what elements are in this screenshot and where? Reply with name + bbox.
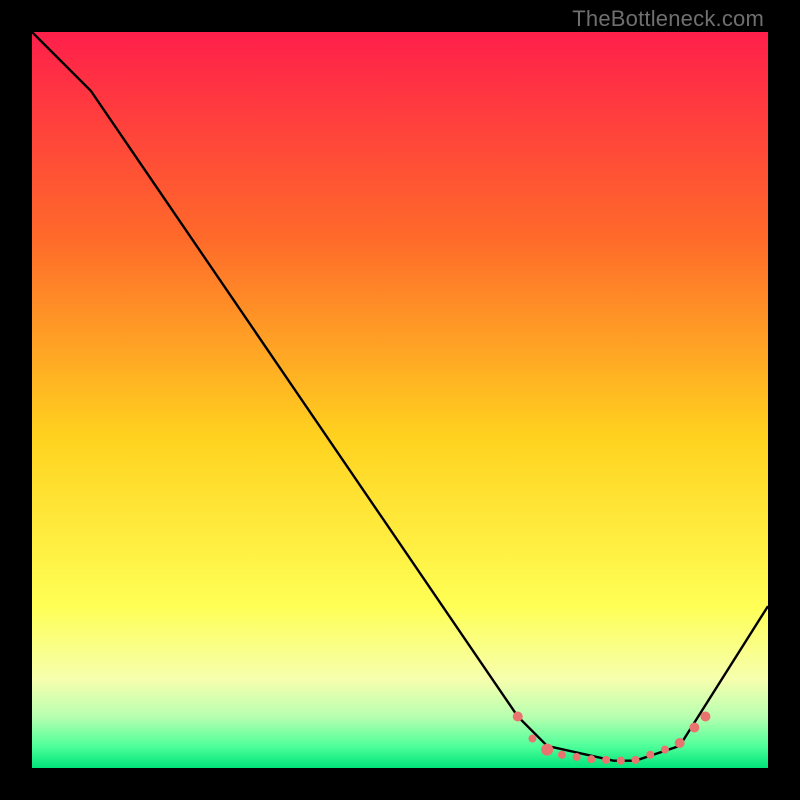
highlight-point	[528, 735, 536, 743]
highlight-point	[675, 738, 685, 748]
bottleneck-chart	[32, 32, 768, 768]
highlight-point	[541, 744, 553, 756]
highlight-point	[617, 757, 625, 765]
highlight-point	[573, 753, 581, 761]
highlight-point	[689, 723, 699, 733]
highlight-point	[558, 751, 566, 759]
highlight-point	[700, 711, 710, 721]
chart-background	[32, 32, 768, 768]
chart-frame	[32, 32, 768, 768]
highlight-point	[661, 746, 669, 754]
highlight-point	[646, 751, 654, 759]
highlight-point	[513, 711, 523, 721]
highlight-point	[632, 756, 640, 764]
watermark-text: TheBottleneck.com	[572, 6, 764, 32]
highlight-point	[587, 755, 595, 763]
highlight-point	[602, 756, 610, 764]
